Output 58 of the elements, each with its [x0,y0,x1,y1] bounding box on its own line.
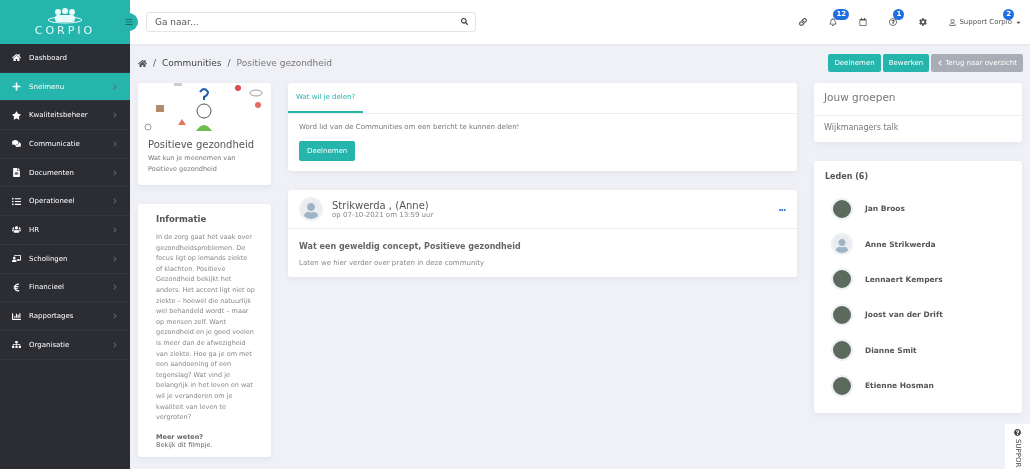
logo-text: CORPIO [34,23,96,37]
chat-icon [12,139,21,149]
help-icon [889,18,898,26]
chevron-icon [112,284,118,291]
photo-placeholder [831,268,853,291]
sitemap-icon [12,340,21,350]
photo-placeholder [831,339,853,362]
breadcrumb-separator: / [227,58,231,68]
search-field[interactable]: Ga naar... [146,12,476,32]
info-title: Informatie [155,213,208,226]
bell-button[interactable] [829,18,838,26]
chevron-left-icon [937,60,944,66]
user-icon [949,18,957,26]
home-icon [12,53,21,63]
help-icon [1014,429,1021,436]
photo-placeholder [831,197,853,220]
group-item[interactable]: Wijkmanagers talk [814,116,1022,142]
settings-button[interactable] [919,18,928,26]
avatar-icon [299,197,323,221]
menu-icon [125,18,133,26]
chevron-icon [112,169,118,176]
document-icon [12,168,21,178]
chevron-icon [112,341,118,348]
home-icon[interactable] [138,58,147,68]
avatar-icon [831,233,853,256]
link-icon [799,18,808,26]
chart-icon [12,311,21,321]
breadcrumb-separator: / [153,58,157,68]
search-icon [461,18,468,25]
community-title: Positieve gezondheid [147,138,256,152]
star-icon [12,110,21,120]
photo-placeholder [831,374,853,397]
link-button[interactable] [799,18,808,26]
breadcrumb-item: Positieve gezondheid [236,58,333,68]
post-title: Wat een geweldig concept, Positieve gezondheid [298,241,522,253]
chevron-icon [112,198,118,205]
calendar-icon [859,18,868,26]
logo-icon [47,7,83,24]
chevron-icon [112,226,118,233]
bell-icon [829,18,838,26]
list-icon [12,196,21,206]
help-button[interactable] [889,18,898,26]
chevron-icon [112,313,118,320]
presentation-icon [12,254,21,264]
settings-icon [919,18,928,26]
chevron-icon [112,140,118,147]
chevron-icon [112,83,118,90]
breadcrumb-item[interactable]: Communities [162,58,222,68]
groups-title: Jouw groepen [814,83,1022,116]
calendar-button[interactable] [859,18,868,26]
chevron-icon [112,255,118,262]
photo-placeholder [831,303,853,326]
plus-icon [12,82,21,92]
users-icon [12,225,21,235]
euro-icon [12,282,21,292]
post-author: Strikwerda , (Anne) [332,199,430,211]
chevron-icon [112,112,118,119]
members-title: Leden (6) [824,171,870,183]
